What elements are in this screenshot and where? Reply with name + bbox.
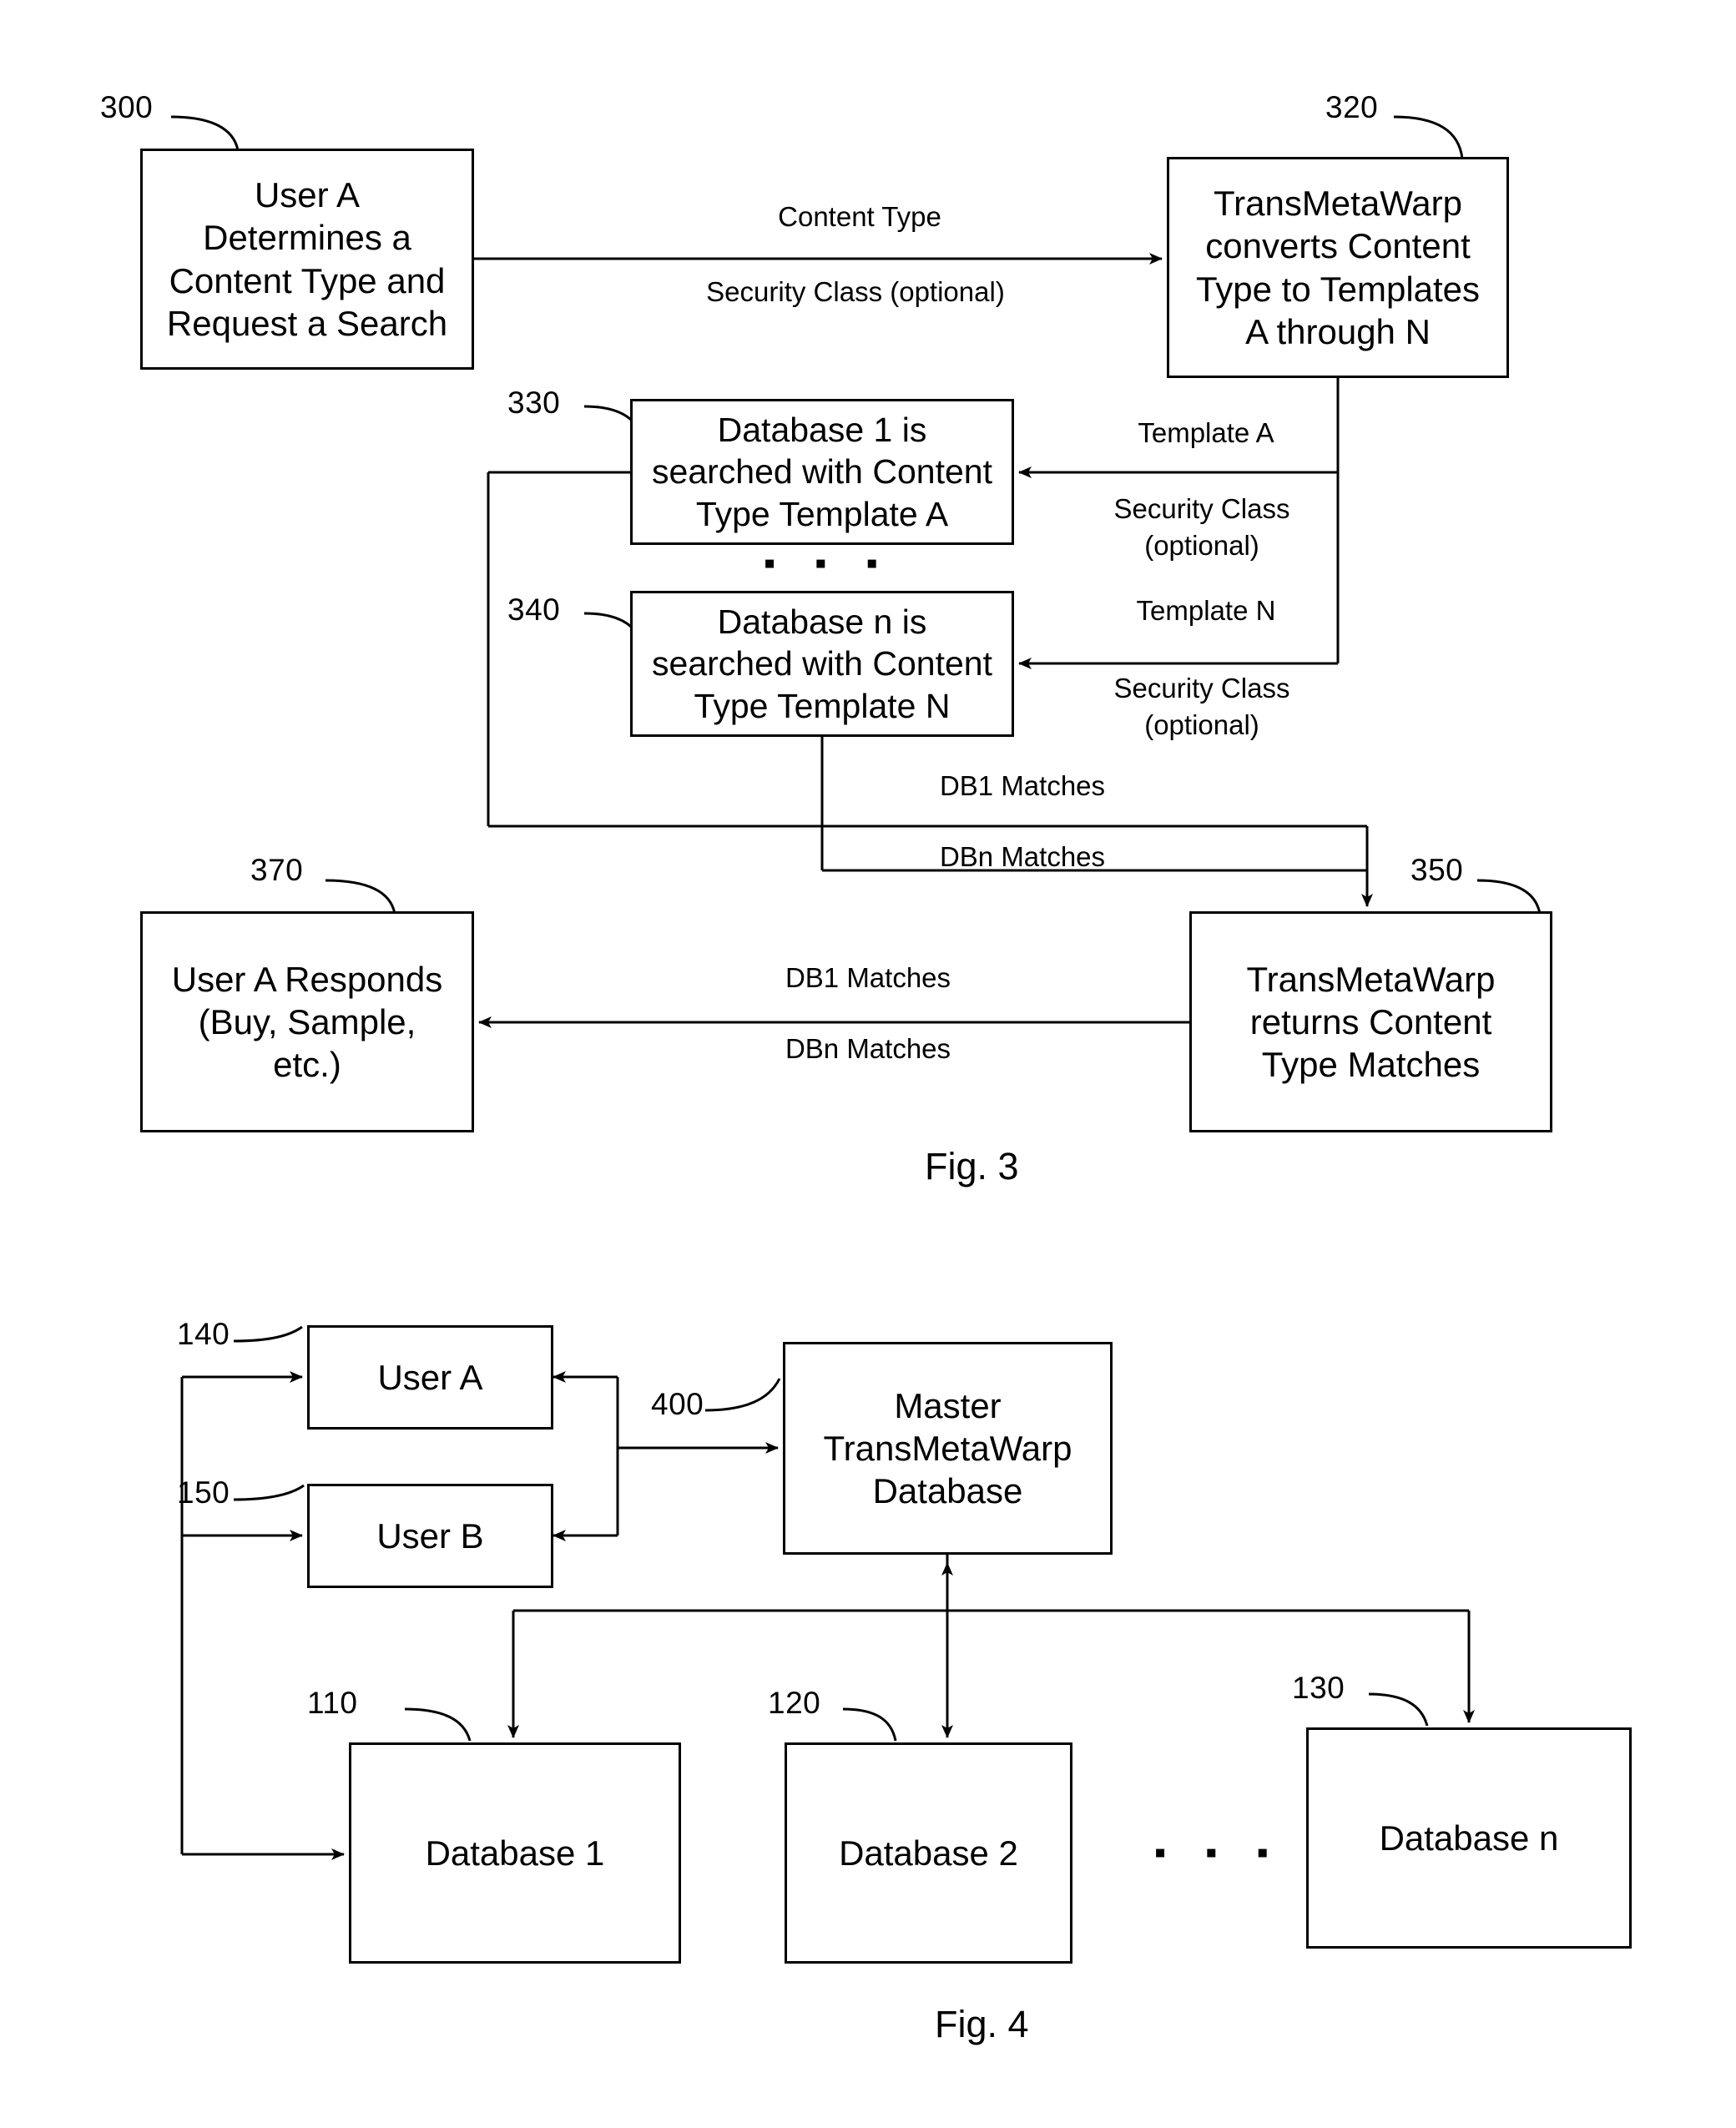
edge-label-content-type: Content Type: [778, 201, 941, 232]
edge-label-dbn-matches-out: DBn Matches: [785, 1033, 951, 1064]
edge-label-security-class-1: Security Class (optional): [706, 276, 1005, 307]
figure-caption-3: Fig. 3: [925, 1145, 1019, 1188]
node-120-label: Database 2: [839, 1833, 1018, 1873]
ref-number-130: 130: [1292, 1671, 1345, 1705]
ref-number-320: 320: [1325, 90, 1379, 124]
node-350-label: TransMetaWarp returns Content Type Match…: [1246, 959, 1496, 1085]
ref-number-350: 350: [1410, 853, 1464, 887]
node-120-database-2: Database 2: [785, 1742, 1072, 1964]
node-330-label: Database 1 is searched with Content Type…: [652, 411, 992, 533]
node-150-user-b: User B: [307, 1484, 553, 1588]
edge-label-db1-matches-up: DB1 Matches: [939, 770, 1106, 801]
ref-number-370: 370: [250, 853, 304, 887]
ref-number-400: 400: [651, 1387, 704, 1421]
node-130-database-n: Database n: [1306, 1727, 1632, 1949]
node-320-transmetawarp-converts: TransMetaWarp converts Content Type to T…: [1167, 157, 1509, 378]
ref-number-300: 300: [100, 90, 154, 124]
ref-number-140: 140: [177, 1317, 230, 1351]
edge-label-security-class-3: Security Class (optional): [1113, 673, 1290, 740]
ref-number-120: 120: [768, 1686, 821, 1720]
node-140-label: User A: [377, 1357, 483, 1397]
edge-label-template-a: Template A: [1138, 417, 1274, 448]
node-130-label: Database n: [1379, 1818, 1559, 1858]
ellipsis-fig4: ▪ ▪ ▪: [1154, 1834, 1284, 1871]
ref-number-110: 110: [307, 1686, 358, 1720]
node-150-label: User B: [376, 1515, 484, 1556]
edge-label-db1-matches-out: DB1 Matches: [785, 962, 951, 993]
edge-label-dbn-matches-up: DBn Matches: [939, 841, 1106, 872]
node-350-transmetawarp-returns: TransMetaWarp returns Content Type Match…: [1189, 911, 1552, 1132]
node-110-label: Database 1: [425, 1833, 605, 1873]
node-340-database-n-searched: Database n is searched with Content Type…: [630, 591, 1014, 737]
ref-number-150: 150: [177, 1475, 230, 1510]
node-140-user-a: User A: [307, 1325, 553, 1430]
node-370-user-a-responds: User A Responds (Buy, Sample, etc.): [140, 911, 474, 1132]
patent-drawing-sheet: User A Determines a Content Type and Req…: [0, 0, 1736, 2128]
ellipsis-fig3: ▪ ▪ ▪: [764, 545, 893, 582]
edge-label-security-class-2: Security Class (optional): [1113, 493, 1290, 561]
node-400-master-transmetawarp-database: Master TransMetaWarp Database: [783, 1342, 1113, 1555]
edge-label-template-n: Template N: [1136, 595, 1276, 626]
node-400-label: Master TransMetaWarp Database: [823, 1385, 1072, 1511]
node-300-label: User A Determines a Content Type and Req…: [166, 175, 448, 343]
node-320-label: TransMetaWarp converts Content Type to T…: [1195, 184, 1481, 351]
node-340-label: Database n is searched with Content Type…: [652, 603, 992, 725]
node-370-label: User A Responds (Buy, Sample, etc.): [171, 959, 443, 1085]
ref-number-330: 330: [507, 386, 561, 420]
figure-caption-4: Fig. 4: [935, 2003, 1029, 2045]
node-300-user-a-determines: User A Determines a Content Type and Req…: [140, 149, 474, 370]
ref-number-340: 340: [507, 593, 561, 627]
node-110-database-1: Database 1: [349, 1742, 681, 1964]
node-330-database-1-searched: Database 1 is searched with Content Type…: [630, 399, 1014, 545]
